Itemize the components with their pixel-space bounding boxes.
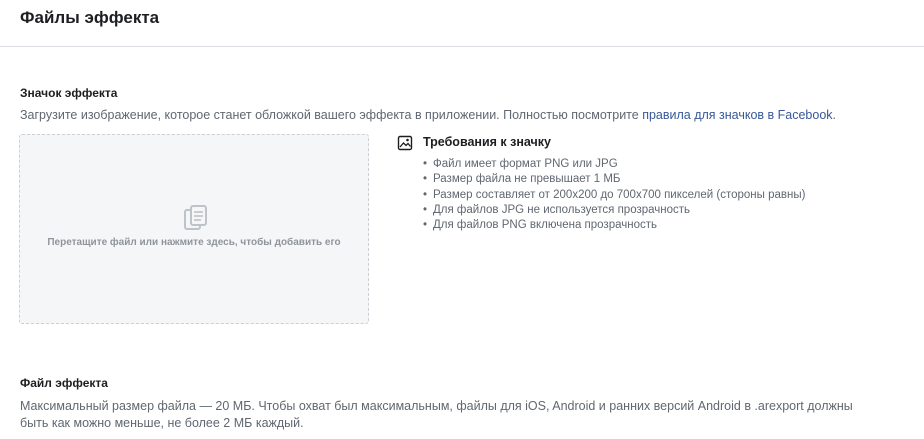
effect-file-description-line2: быть как можно меньше, не более 2 МБ каж… [20,416,304,430]
requirement-item: • Для файлов PNG включена прозрачность [423,219,657,232]
effect-icon-description: Загрузите изображение, которое станет об… [20,107,836,124]
requirements-title: Требования к значку [423,135,552,149]
facebook-icon-rules-link[interactable]: правила для значков в Facebook [642,108,832,122]
effect-icon-description-text: Загрузите изображение, которое станет об… [20,108,643,122]
requirement-item: • Размер файла не превышает 1 МБ [423,173,621,186]
page-title: Файлы эффекта [20,8,160,27]
requirement-item: • Размер составляет от 200x200 до 700x700… [423,188,806,201]
effect-icon-section-title: Значок эффекта [20,86,118,100]
image-icon [397,135,413,151]
icon-upload-dropzone[interactable]: Перетащите файл или нажмите здесь, чтобы… [19,134,369,324]
requirement-item: • Файл имеет формат PNG или JPG [423,158,618,170]
document-stack-icon [184,205,207,230]
requirement-item: • Для файлов JPG не используется прозрачн… [423,203,691,216]
dropzone-hint: Перетащите файл или нажмите здесь, чтобы… [47,237,341,248]
effect-file-section-title: Файл эффекта [20,376,108,390]
requirements-list: • Файл имеет формат PNG или JPG • Размер ф… [423,157,805,233]
effect-icon-description-period: . [832,108,837,122]
effect-file-description-line1: Максимальный размер файла — 20 МБ. Чтобы… [20,399,853,413]
page-header: Файлы эффекта [0,0,924,47]
